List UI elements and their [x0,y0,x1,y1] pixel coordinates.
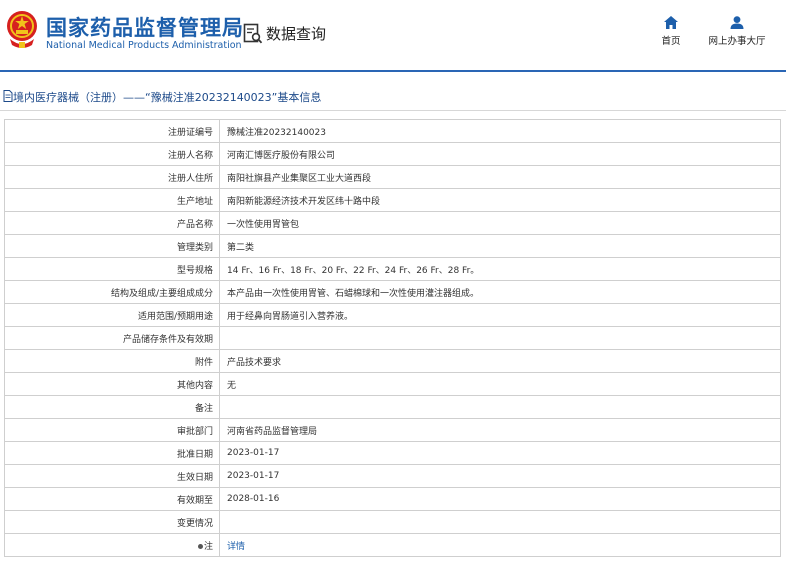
row-value: 本产品由一次性使用胃管、石蜡棉球和一次性使用灌注器组成。 [219,280,781,304]
row-value: 2028-01-16 [219,487,781,511]
row-label: 生产地址 [4,188,220,212]
nav-online-hall-label: 网上办事大厅 [708,36,766,47]
breadcrumb-text: 境内医疗器械（注册）——“豫械注准20232140023”基本信息 [13,91,322,104]
table-row: 备注 [4,395,781,419]
table-row: 生产地址 南阳新能源经济技术开发区纬十路中段 [4,188,781,212]
row-label: 产品储存条件及有效期 [4,326,220,350]
row-value: 14 Fr、16 Fr、18 Fr、20 Fr、22 Fr、24 Fr、26 F… [219,257,781,281]
breadcrumb-divider [0,110,786,111]
row-value [219,395,781,419]
row-value: 产品技术要求 [219,349,781,373]
row-label: 有效期至 [4,487,220,511]
row-value: 河南省药品监督管理局 [219,418,781,442]
table-row: 结构及组成/主要组成成分 本产品由一次性使用胃管、石蜡棉球和一次性使用灌注器组成。 [4,280,781,304]
table-row: 批准日期 2023-01-17 [4,441,781,465]
table-row: 管理类别 第二类 [4,234,781,258]
site-subtitle: National Medical Products Administration [46,40,242,51]
table-row: 注册人名称 河南汇博医疗股份有限公司 [4,142,781,166]
breadcrumb: 境内医疗器械（注册）——“豫械注准20232140023”基本信息 [0,86,786,106]
table-row: 生效日期 2023-01-17 [4,464,781,488]
nav-home-label: 首页 [661,36,681,47]
row-label: 注 [4,533,220,557]
site-title[interactable]: 国家药品监督管理局 [46,12,244,42]
row-label: 备注 [4,395,220,419]
table-row: 审批部门 河南省药品监督管理局 [4,418,781,442]
table-row: 注册证编号 豫械注准20232140023 [4,119,781,143]
site-header: 国家药品监督管理局 National Medical Products Admi… [0,0,786,70]
row-label: 型号规格 [4,257,220,281]
row-value: 河南汇博医疗股份有限公司 [219,142,781,166]
row-value: 第二类 [219,234,781,258]
row-value: 一次性使用胃管包 [219,211,781,235]
row-label: 管理类别 [4,234,220,258]
header-divider [0,70,786,72]
row-label: 产品名称 [4,211,220,235]
row-value: 南阳新能源经济技术开发区纬十路中段 [219,188,781,212]
home-icon [664,16,678,29]
row-label: 注册人住所 [4,165,220,189]
row-label: 注册人名称 [4,142,220,166]
row-label: 结构及组成/主要组成成分 [4,280,220,304]
row-value: 南阳社旗县产业集聚区工业大道西段 [219,165,781,189]
search-document-icon [243,23,263,44]
data-query-label[interactable]: 数据查询 [266,23,326,44]
row-label: 其他内容 [4,372,220,396]
table-row: 变更情况 [4,510,781,534]
row-label: 变更情况 [4,510,220,534]
row-value: 2023-01-17 [219,441,781,465]
table-row-note: 注 详情 [4,533,781,557]
table-row: 产品储存条件及有效期 [4,326,781,350]
table-row: 产品名称 一次性使用胃管包 [4,211,781,235]
row-label: 生效日期 [4,464,220,488]
row-value [219,510,781,534]
note-label: 注 [203,541,213,552]
national-emblem-icon [7,11,37,48]
details-link[interactable]: 详情 [227,542,245,552]
row-label: 批准日期 [4,441,220,465]
row-label: 适用范围/预期用途 [4,303,220,327]
table-row: 注册人住所 南阳社旗县产业集聚区工业大道西段 [4,165,781,189]
row-value [219,326,781,350]
user-icon [730,16,744,29]
table-row: 附件 产品技术要求 [4,349,781,373]
row-value: 2023-01-17 [219,464,781,488]
row-label: 附件 [4,349,220,373]
nav-home[interactable]: 首页 [656,16,686,47]
table-row: 其他内容无 [4,372,781,396]
nav-online-hall[interactable]: 网上办事大厅 [702,16,772,47]
table-row: 型号规格 14 Fr、16 Fr、18 Fr、20 Fr、22 Fr、24 Fr、… [4,257,781,281]
registration-detail-table: 注册证编号 豫械注准20232140023 注册人名称 河南汇博医疗股份有限公司 注册人… [4,119,781,557]
table-row: 有效期至 2028-01-16 [4,487,781,511]
row-value: 无 [219,372,781,396]
row-label: 注册证编号 [4,119,220,143]
row-value: 用于经鼻向胃肠道引入营养液。 [219,303,781,327]
pin-icon [197,543,203,549]
row-value: 豫械注准20232140023 [219,119,781,143]
table-row: 适用范围/预期用途 用于经鼻向胃肠道引入营养液。 [4,303,781,327]
row-label: 审批部门 [4,418,220,442]
row-value: 详情 [219,533,781,557]
document-icon [3,90,13,102]
